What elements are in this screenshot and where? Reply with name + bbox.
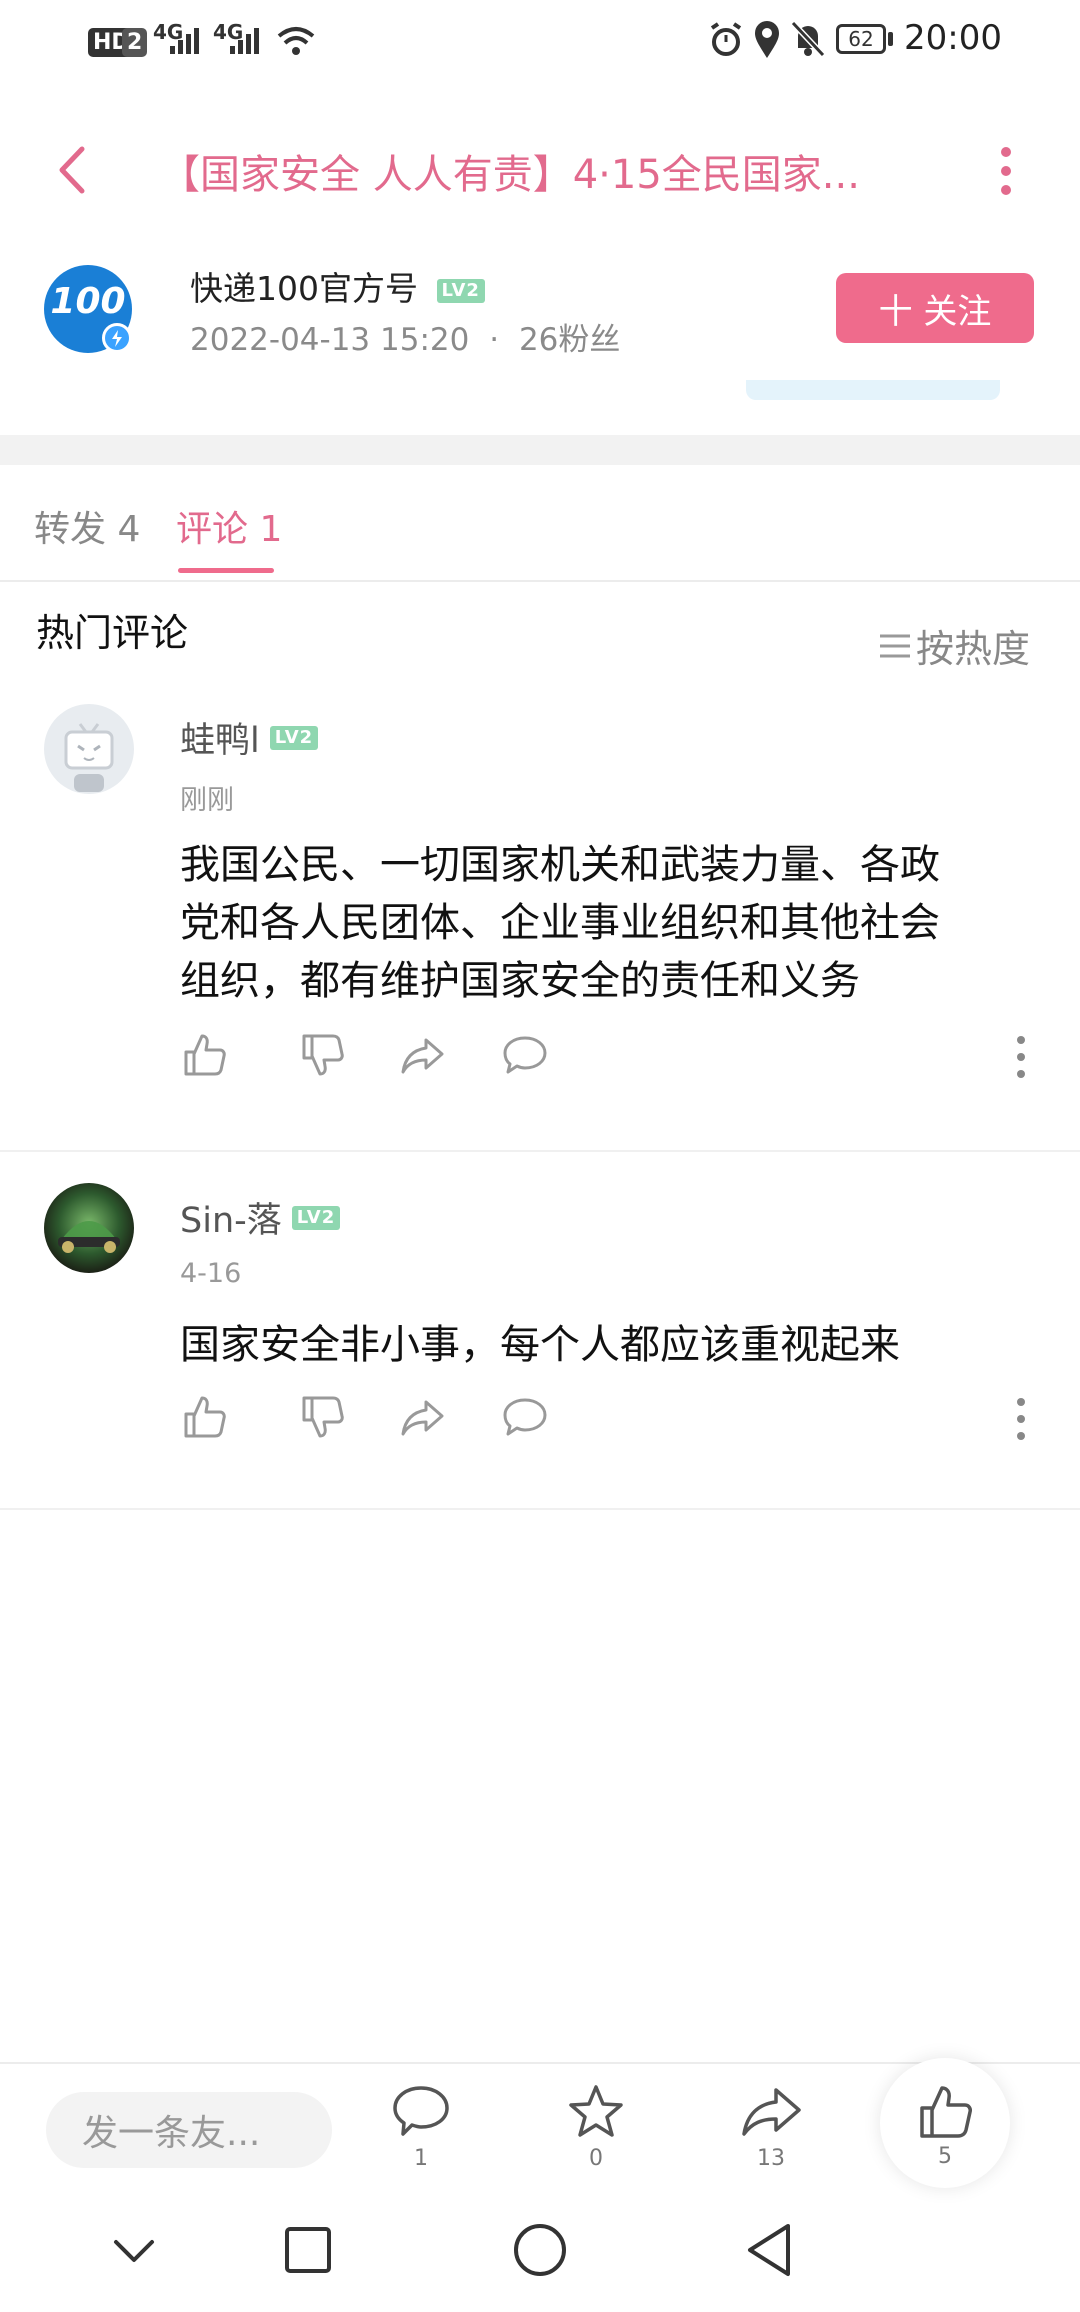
like-button[interactable]: 5 — [880, 2058, 1010, 2188]
comment-text: 我国公民、一切国家机关和武装力量、各政 党和各人民团体、企业事业组织和其他社会 … — [180, 836, 1040, 1010]
tv-mascot-icon — [64, 723, 114, 792]
share-icon[interactable] — [398, 1392, 448, 1442]
battery-tip — [888, 32, 893, 46]
like-count: 5 — [938, 2144, 952, 2169]
thumbs-down-icon[interactable] — [298, 1030, 348, 1080]
reply-icon[interactable] — [500, 1030, 550, 1080]
comment-divider — [0, 1508, 1080, 1510]
sort-lines-icon — [880, 634, 910, 657]
comment-username[interactable]: 蛙鸭l — [180, 712, 260, 763]
meta-separator: · — [489, 322, 500, 358]
collapsed-card-edge — [746, 380, 1000, 400]
chevron-down-icon[interactable] — [112, 2236, 156, 2266]
more-vertical-icon[interactable] — [1014, 1035, 1028, 1079]
active-tab-indicator — [178, 568, 274, 573]
share-count: 13 — [757, 2146, 785, 2171]
comment-input[interactable]: 发一条友... — [46, 2092, 332, 2168]
hot-comments-title: 热门评论 — [36, 611, 189, 655]
sort-button[interactable]: 按热度 — [880, 618, 1030, 673]
follow-button[interactable]: 十 关注 — [836, 273, 1034, 343]
mute-bell-icon — [790, 20, 826, 58]
thumbs-up-icon[interactable] — [180, 1030, 230, 1080]
star-icon — [569, 2085, 623, 2137]
home-circle-icon[interactable] — [512, 2222, 568, 2278]
signal-icon-2 — [230, 28, 259, 54]
header-bar: 【国家安全 人人有责】4·15全民国家... — [0, 120, 1080, 220]
comment-time: 刚刚 — [180, 785, 234, 816]
author-avatar[interactable]: 100 — [44, 265, 132, 353]
share-icon[interactable] — [398, 1030, 448, 1080]
tabs-divider — [0, 580, 1080, 582]
favorite-button[interactable]: 0 — [556, 2082, 636, 2171]
comment-button[interactable]: 1 — [381, 2082, 461, 2171]
comment-avatar[interactable] — [44, 704, 134, 794]
author-meta: 2022-04-13 15:20 · 26粉丝 — [190, 314, 620, 359]
comment-line: 党和各人民团体、企业事业组织和其他社会 — [180, 900, 940, 946]
chevron-left-icon[interactable] — [54, 145, 90, 195]
comment-header: 蛙鸭l LV2 — [180, 712, 319, 763]
car-avatar-image — [58, 1221, 120, 1253]
location-icon — [755, 21, 779, 58]
more-vertical-icon[interactable] — [1014, 1397, 1028, 1441]
signal-icon — [170, 28, 199, 54]
level-badge: LV2 — [291, 1205, 341, 1230]
fans-count: 26粉丝 — [518, 322, 621, 358]
thumbs-up-icon — [920, 2086, 972, 2138]
tab-comments[interactable]: 评论 1 — [176, 500, 282, 552]
battery-icon: 62 — [836, 24, 886, 54]
comment-header: Sin-落 LV2 — [180, 1192, 341, 1243]
favorite-count: 0 — [589, 2146, 603, 2171]
sim-indicator: 2 — [122, 28, 148, 57]
thumbs-up-icon[interactable] — [180, 1392, 230, 1442]
share-button[interactable]: 13 — [731, 2082, 811, 2171]
level-badge: LV2 — [436, 278, 485, 303]
comment-actions — [180, 1392, 1060, 1452]
comment-username[interactable]: Sin-落 — [180, 1192, 282, 1243]
thumbs-down-icon[interactable] — [298, 1392, 348, 1442]
comment-text: 国家安全非小事，每个人都应该重视起来 — [180, 1316, 1040, 1374]
comment-time: 4-16 — [180, 1258, 242, 1289]
post-time: 2022-04-13 15:20 — [190, 322, 470, 358]
tab-reposts[interactable]: 转发 4 — [34, 500, 140, 552]
comment-line: 组织，都有维护国家安全的责任和义务 — [180, 958, 860, 1004]
page-title: 【国家安全 人人有责】4·15全民国家... — [160, 152, 860, 198]
sort-label: 按热度 — [916, 627, 1031, 671]
author-name[interactable]: 快递100官方号 LV2 — [190, 262, 485, 310]
comment-count: 1 — [414, 2146, 428, 2171]
share-arrow-icon — [742, 2088, 801, 2136]
battery-level: 62 — [848, 27, 874, 51]
comment-line: 我国公民、一切国家机关和武装力量、各政 — [180, 842, 940, 888]
system-nav-bar — [0, 2200, 1080, 2312]
recents-square-icon[interactable] — [284, 2226, 332, 2274]
verified-icon — [102, 323, 132, 353]
alarm-icon — [710, 22, 742, 56]
level-badge: LV2 — [269, 725, 319, 750]
avatar-logo-text: 100 — [50, 281, 126, 322]
comment-avatar[interactable] — [44, 1183, 134, 1273]
author-name-text: 快递100官方号 — [190, 269, 418, 308]
reply-icon[interactable] — [500, 1392, 550, 1442]
status-bar: HD 2 4G 4G 62 20:00 — [0, 0, 1080, 80]
wifi-icon — [277, 27, 315, 55]
clock: 20:00 — [904, 18, 1002, 58]
more-vertical-icon[interactable] — [996, 144, 1016, 198]
back-triangle-icon[interactable] — [744, 2222, 794, 2278]
comment-bubble-icon — [393, 2086, 449, 2136]
section-divider — [0, 435, 1080, 465]
comment-divider — [0, 1150, 1080, 1152]
comment-line: 国家安全非小事，每个人都应该重视起来 — [180, 1322, 900, 1368]
comment-actions — [180, 1030, 1060, 1090]
